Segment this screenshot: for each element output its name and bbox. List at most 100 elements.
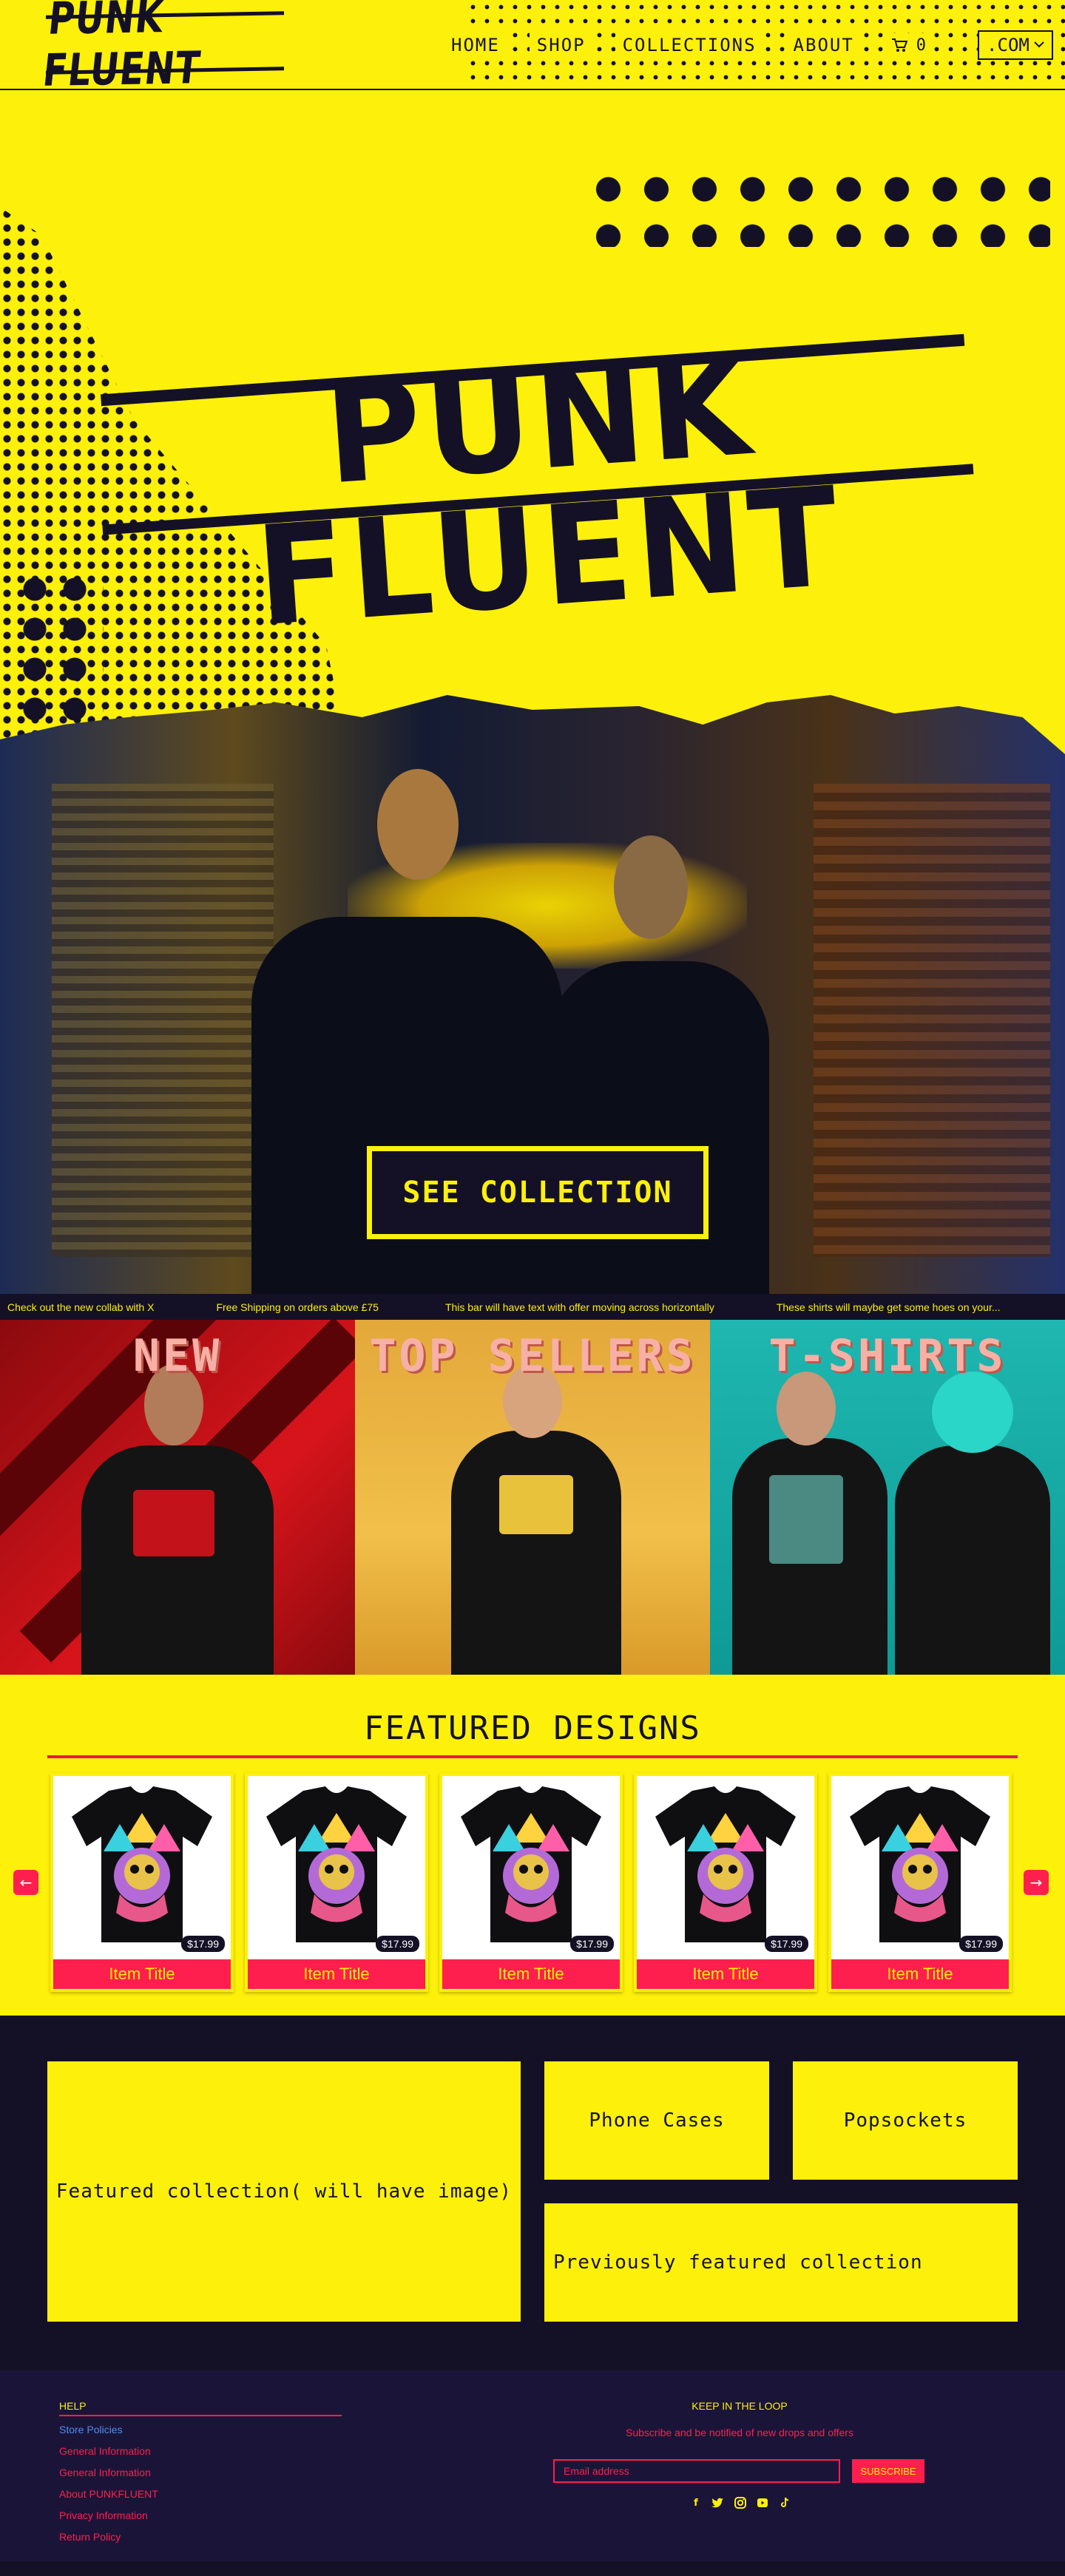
product-price: $17.99	[376, 1936, 419, 1952]
product-title: Item Title	[248, 1959, 425, 1989]
phone-cases-card[interactable]: Phone Cases	[544, 2061, 769, 2180]
footer-link-return-policy[interactable]: Return Policy	[59, 2531, 158, 2543]
chevron-down-icon	[1034, 41, 1044, 48]
footer-links: Store Policies General Information Gener…	[59, 2424, 158, 2543]
product-card[interactable]: $17.99 Item Title	[50, 1773, 234, 1992]
model-woman-head	[614, 835, 688, 939]
facebook-icon[interactable]: f	[689, 2496, 703, 2509]
product-image: $17.99	[53, 1776, 231, 1959]
tshirt-image	[72, 1786, 212, 1942]
ticker-item: Check out the new collab with X	[7, 1301, 155, 1313]
product-card[interactable]: $17.99 Item Title	[828, 1773, 1012, 1992]
newsletter-heading: KEEP IN THE LOOP	[692, 2400, 788, 2412]
site-header: PUNK FLUENT HOME SHOP COLLECTIONS ABOUT …	[0, 0, 1065, 97]
shirt-print	[133, 1490, 214, 1556]
arrow-right-icon: →	[1030, 1874, 1043, 1891]
model-man-head	[377, 769, 459, 880]
featured-collection-label: Featured collection( will have image)	[55, 2180, 513, 2203]
nav-shop[interactable]: SHOP	[529, 32, 593, 58]
product-card[interactable]: $17.99 Item Title	[439, 1773, 623, 1992]
shirt-print	[769, 1475, 843, 1564]
domain-select[interactable]: .COM	[978, 30, 1053, 60]
collections-section: Featured collection( will have image) Ph…	[0, 2016, 1065, 2370]
banner-wall-left	[52, 784, 274, 1257]
nav-collections[interactable]: COLLECTIONS	[615, 32, 764, 58]
ticker-item: Free Shipping on orders above £75	[216, 1301, 379, 1313]
product-card[interactable]: $17.99 Item Title	[634, 1773, 817, 1992]
tile-new[interactable]: NEW	[0, 1320, 355, 1675]
tile-model	[451, 1431, 621, 1675]
main-nav: HOME SHOP COLLECTIONS ABOUT 0 .COM	[444, 27, 1053, 64]
hero-dot-row	[584, 166, 1050, 247]
banner-wall-right	[814, 784, 1050, 1257]
see-collection-button[interactable]: SEE COLLECTION	[367, 1146, 709, 1239]
product-image: $17.99	[831, 1776, 1009, 1959]
tile-top-sellers[interactable]: TOP SELLERS	[355, 1320, 710, 1675]
site-logo[interactable]: PUNK FLUENT	[41, 0, 284, 97]
product-title: Item Title	[53, 1959, 231, 1989]
tile-model	[81, 1445, 274, 1675]
ticker-item: These shirts will maybe get some hoes on…	[776, 1301, 1001, 1313]
tile-t-shirts[interactable]: T-SHIRTS	[710, 1320, 1065, 1675]
cart-button[interactable]: 0	[883, 33, 934, 58]
site-footer: HELP Store Policies General Information …	[0, 2370, 1065, 2561]
product-image: $17.99	[442, 1776, 620, 1959]
tshirt-image	[655, 1786, 796, 1942]
popsockets-label: Popsockets	[843, 2109, 967, 2132]
product-image: $17.99	[637, 1776, 814, 1959]
footer-link-about[interactable]: About PUNKFLUENT	[59, 2488, 158, 2500]
newsletter-email-input[interactable]	[553, 2459, 840, 2483]
tile-model	[895, 1445, 1050, 1675]
category-tiles: NEW TOP SELLERS T-SHIRTS	[0, 1320, 1065, 1675]
social-links: f	[689, 2496, 791, 2509]
previous-collection-card[interactable]: Previously featured collection	[544, 2203, 1018, 2322]
carousel-next-button[interactable]: →	[1024, 1870, 1049, 1895]
tile-new-title: NEW	[132, 1330, 223, 1382]
instagram-icon[interactable]	[734, 2496, 747, 2509]
shirt-print	[499, 1475, 573, 1534]
popsockets-card[interactable]: Popsockets	[793, 2061, 1018, 2180]
offer-ticker: Check out the new collab with X Free Shi…	[0, 1294, 1065, 1320]
tile-model-head	[932, 1372, 1013, 1453]
phone-cases-label: Phone Cases	[589, 2109, 725, 2132]
product-title: Item Title	[442, 1959, 620, 1989]
hero-title-block: PUNK FLUENT	[89, 280, 990, 657]
model-woman	[547, 961, 769, 1294]
hero-photo-banner: SEE COLLECTION	[0, 695, 1065, 1294]
footer-link-general-information[interactable]: General Information	[59, 2445, 158, 2457]
hero-title: PUNK FLUENT	[251, 326, 848, 657]
newsletter-text: Subscribe and be notified of new drops a…	[626, 2427, 853, 2438]
product-price: $17.99	[959, 1936, 1003, 1952]
product-title: Item Title	[831, 1959, 1009, 1989]
nav-about[interactable]: ABOUT	[785, 32, 862, 58]
featured-designs-title: FEATURED DESIGNS	[364, 1709, 701, 1747]
product-price: $17.99	[570, 1936, 614, 1952]
youtube-icon[interactable]	[756, 2496, 769, 2509]
carousel-prev-button[interactable]: ←	[13, 1870, 38, 1895]
featured-divider	[47, 1755, 1018, 1758]
footer-divider	[59, 2415, 342, 2416]
cart-count: 0	[916, 35, 927, 55]
footer-link-general-information[interactable]: General Information	[59, 2467, 158, 2478]
logo-text: PUNK FLUENT	[40, 0, 203, 97]
tile-model-head	[777, 1372, 836, 1445]
tile-t-shirts-title: T-SHIRTS	[768, 1330, 1007, 1382]
product-image: $17.99	[248, 1776, 425, 1959]
product-price: $17.99	[765, 1936, 808, 1952]
arrow-left-icon: ←	[19, 1874, 33, 1891]
tile-top-sellers-title: TOP SELLERS	[369, 1330, 696, 1382]
footer-bottom-bar	[0, 2561, 1065, 2576]
product-card[interactable]: $17.99 Item Title	[245, 1773, 428, 1992]
nav-home[interactable]: HOME	[444, 32, 507, 58]
featured-collection-card[interactable]: Featured collection( will have image)	[47, 2061, 521, 2322]
hero-dot-cluster	[15, 569, 104, 739]
ticker-item: This bar will have text with offer movin…	[444, 1301, 714, 1313]
subscribe-button[interactable]: SUBSCRIBE	[852, 2459, 924, 2483]
cart-icon	[891, 38, 907, 52]
tshirt-image	[850, 1786, 990, 1942]
tiktok-icon[interactable]	[778, 2496, 791, 2509]
footer-link-privacy[interactable]: Privacy Information	[59, 2509, 158, 2521]
twitter-icon[interactable]	[711, 2496, 725, 2509]
tshirt-image	[266, 1786, 407, 1942]
product-title: Item Title	[637, 1959, 814, 1989]
